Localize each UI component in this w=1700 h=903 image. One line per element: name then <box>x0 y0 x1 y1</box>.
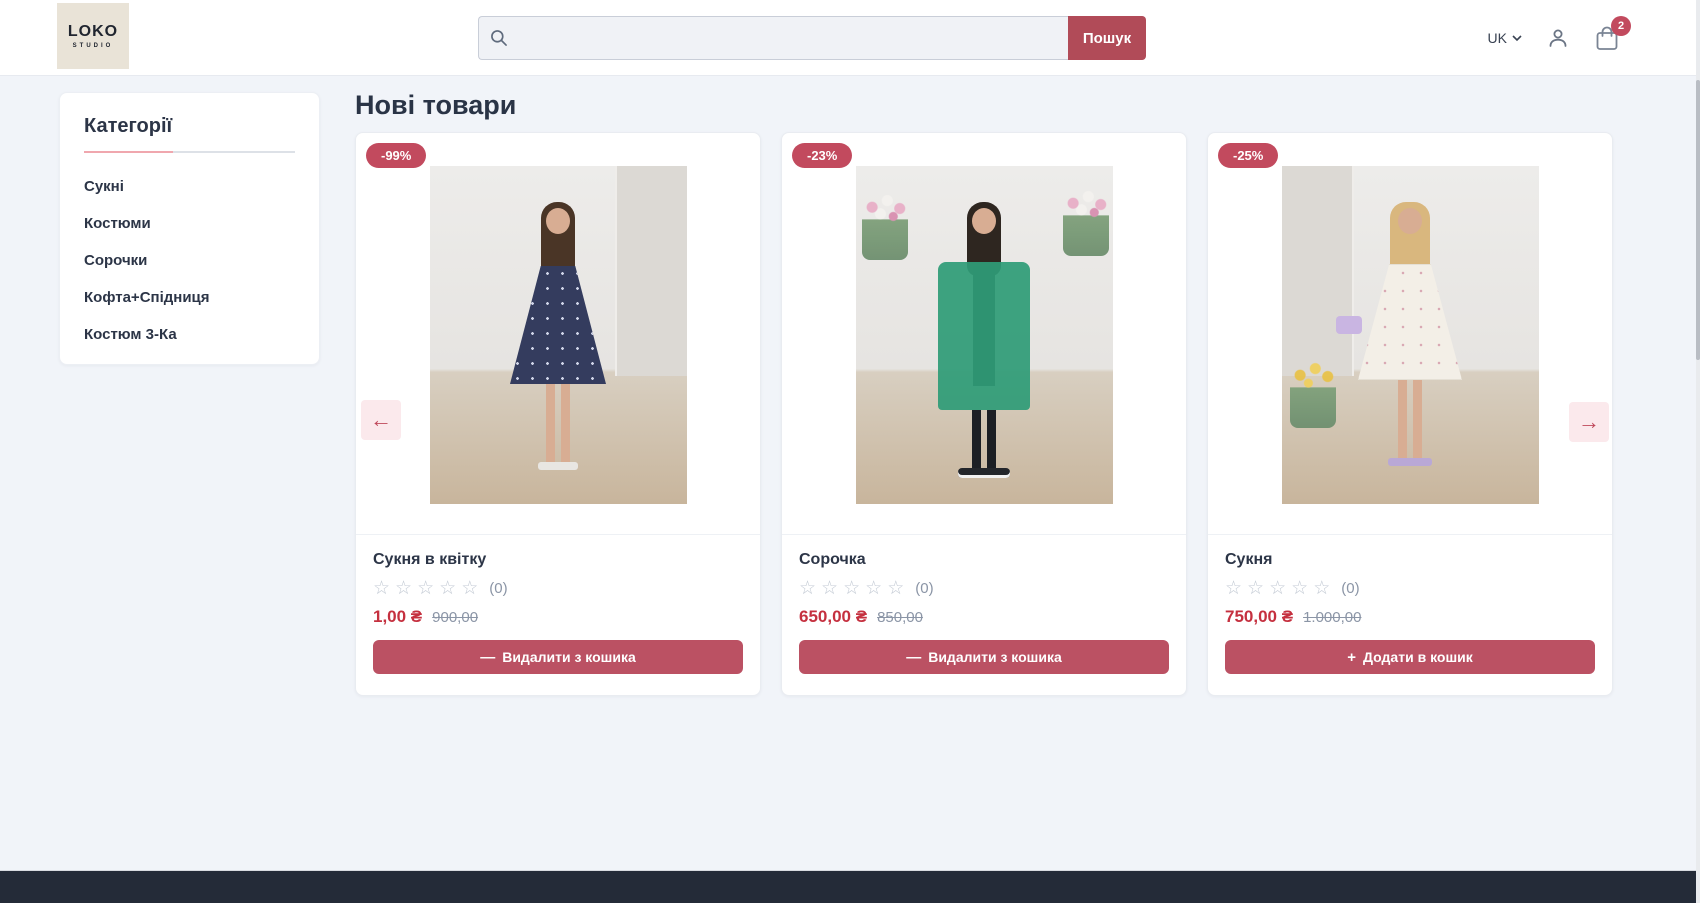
discount-badge: -23% <box>792 143 852 168</box>
star-icon: ☆ <box>1269 579 1286 598</box>
search-bar: Пошук <box>478 16 1146 60</box>
add-to-cart-button[interactable]: + Додати в кошик <box>1225 640 1595 674</box>
search-button[interactable]: Пошук <box>1068 16 1146 60</box>
star-icon: ☆ <box>1291 579 1308 598</box>
product-card: -25% Сукня ☆ ☆ ☆ ☆ ☆ (0) 750,00 ₴ 1.000,00 +… <box>1207 132 1613 696</box>
minus-icon: — <box>480 649 495 666</box>
discount-badge: -99% <box>366 143 426 168</box>
star-icon: ☆ <box>1247 579 1264 598</box>
cart-count-badge: 2 <box>1611 16 1631 36</box>
header: LOKO STUDIO Пошук UK 2 <box>0 0 1700 76</box>
star-icon: ☆ <box>461 579 478 598</box>
rating: ☆ ☆ ☆ ☆ ☆ (0) <box>799 579 1169 598</box>
sidebar-title: Категорії <box>84 115 295 138</box>
sidebar-item-sorochky[interactable]: Сорочки <box>84 253 295 269</box>
plus-icon: + <box>1347 649 1356 666</box>
rating: ☆ ☆ ☆ ☆ ☆ (0) <box>373 579 743 598</box>
discount-badge: -25% <box>1218 143 1278 168</box>
rating-count: (0) <box>1341 580 1359 597</box>
carousel-next-button[interactable]: → <box>1569 402 1609 442</box>
scrollbar-thumb[interactable] <box>1696 80 1700 360</box>
star-icon: ☆ <box>439 579 456 598</box>
product-card: -99% Сукня в квітку ☆ ☆ ☆ ☆ ☆ (0) 1,00 ₴ 900… <box>355 132 761 696</box>
logo-text: LOKO <box>68 23 118 41</box>
sidebar-item-sukni[interactable]: Сукні <box>84 179 295 195</box>
search-input[interactable] <box>509 17 1068 59</box>
category-sidebar: Категорії Сукні Костюми Сорочки Кофта+Сп… <box>59 92 320 365</box>
carousel-prev-button[interactable]: ← <box>361 400 401 440</box>
search-icon <box>489 28 509 48</box>
language-selector[interactable]: UK <box>1488 30 1522 46</box>
rating: ☆ ☆ ☆ ☆ ☆ (0) <box>1225 579 1595 598</box>
price: 650,00 ₴ <box>799 607 867 627</box>
remove-from-cart-button[interactable]: — Видалити з кошика <box>799 640 1169 674</box>
product-photo[interactable] <box>430 166 687 504</box>
minus-icon: — <box>906 649 921 666</box>
product-card: -23% Сорочка ☆ ☆ ☆ ☆ ☆ (0) 650,00 ₴ 850,00 —… <box>781 132 1187 696</box>
star-icon: ☆ <box>799 579 816 598</box>
star-icon: ☆ <box>417 579 434 598</box>
cart-button[interactable]: 2 <box>1594 25 1620 52</box>
logo[interactable]: LOKO STUDIO <box>57 3 129 69</box>
scrollbar[interactable] <box>1696 0 1700 903</box>
product-name[interactable]: Сукня <box>1225 551 1595 569</box>
star-icon: ☆ <box>1313 579 1330 598</box>
star-icon: ☆ <box>887 579 904 598</box>
arrow-left-icon: ← <box>370 407 392 433</box>
star-icon: ☆ <box>865 579 882 598</box>
category-list: Сукні Костюми Сорочки Кофта+Спідниця Кос… <box>84 179 295 343</box>
sidebar-item-kostyum-3ka[interactable]: Костюм 3-Ка <box>84 327 295 343</box>
button-label: Видалити з кошика <box>928 649 1062 665</box>
logo-subtext: STUDIO <box>73 43 114 49</box>
arrow-right-icon: → <box>1578 409 1600 435</box>
product-name[interactable]: Сукня в квітку <box>373 551 743 569</box>
sidebar-divider <box>84 151 295 153</box>
star-icon: ☆ <box>373 579 390 598</box>
user-icon <box>1546 26 1570 50</box>
sidebar-item-kofta-spidnytsia[interactable]: Кофта+Спідниця <box>84 290 295 306</box>
button-label: Видалити з кошика <box>502 649 636 665</box>
product-name[interactable]: Сорочка <box>799 551 1169 569</box>
chevron-down-icon <box>1512 35 1522 42</box>
product-photo[interactable] <box>1282 166 1539 504</box>
search-box <box>478 16 1068 60</box>
sidebar-item-kostyumy[interactable]: Костюми <box>84 216 295 232</box>
button-label: Додати в кошик <box>1363 649 1473 665</box>
old-price: 900,00 <box>432 609 478 626</box>
rating-count: (0) <box>489 580 507 597</box>
star-icon: ☆ <box>395 579 412 598</box>
page-title: Нові товари <box>355 90 516 121</box>
price: 1,00 ₴ <box>373 607 422 627</box>
product-photo[interactable] <box>856 166 1113 504</box>
rating-count: (0) <box>915 580 933 597</box>
price: 750,00 ₴ <box>1225 607 1293 627</box>
header-actions: UK 2 <box>1488 0 1620 76</box>
star-icon: ☆ <box>1225 579 1242 598</box>
language-label: UK <box>1488 30 1507 46</box>
old-price: 850,00 <box>877 609 923 626</box>
footer <box>0 870 1700 903</box>
old-price: 1.000,00 <box>1303 609 1361 626</box>
account-button[interactable] <box>1546 26 1570 50</box>
remove-from-cart-button[interactable]: — Видалити з кошика <box>373 640 743 674</box>
star-icon: ☆ <box>843 579 860 598</box>
star-icon: ☆ <box>821 579 838 598</box>
